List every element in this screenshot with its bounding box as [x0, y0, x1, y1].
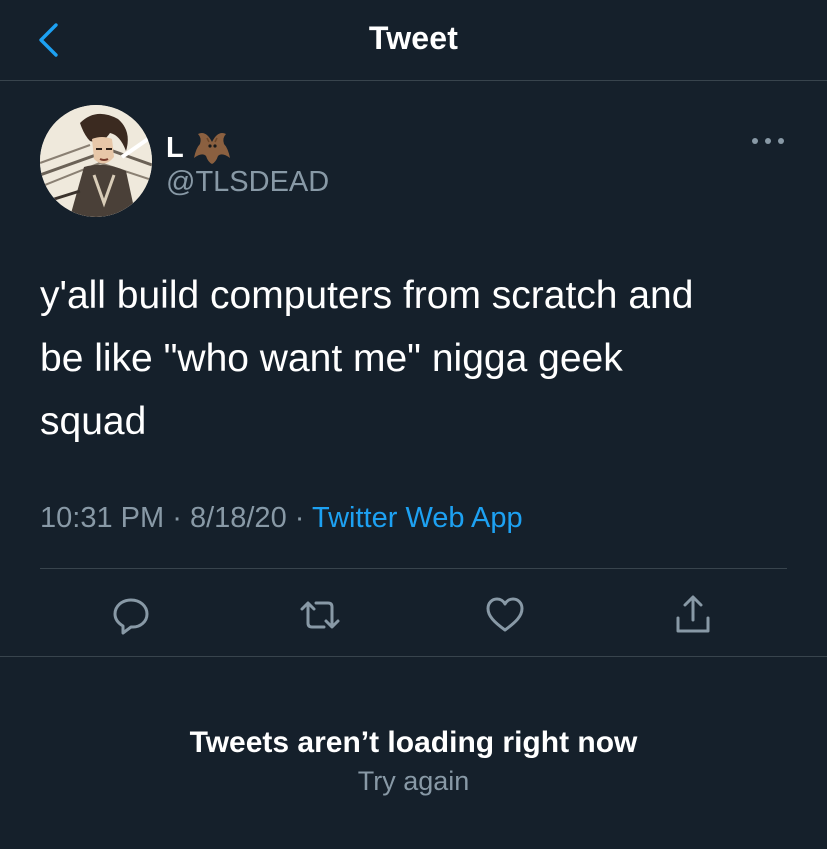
retweet-button[interactable]: [295, 590, 345, 640]
tweet-actions-bar: [0, 590, 827, 640]
reply-icon: [113, 598, 149, 635]
try-again-button[interactable]: Try again: [0, 766, 827, 797]
retweet-icon: [300, 601, 340, 629]
divider: [40, 568, 787, 569]
more-dots-icon: [752, 138, 784, 144]
heart-icon: [486, 597, 524, 632]
avatar-image: [40, 105, 152, 217]
tweet-text: y'all build computers from scratch and b…: [40, 274, 694, 443]
divider: [0, 656, 827, 657]
meta-separator: ·: [172, 502, 182, 534]
author-display-name: L: [166, 131, 184, 164]
tweet-date: 8/18/20: [189, 502, 287, 534]
author-handle[interactable]: @TLSDEAD: [166, 166, 329, 199]
author-name-row[interactable]: L: [166, 128, 232, 168]
share-button[interactable]: [668, 590, 718, 640]
tweet-time: 10:31 PM: [40, 502, 165, 534]
more-options-button[interactable]: [746, 128, 790, 154]
error-message: Tweets aren’t loading right now: [189, 726, 638, 759]
nav-header: Tweet: [0, 0, 827, 81]
tweet-meta: 10:31 PM · 8/18/20 · Twitter Web App: [40, 502, 523, 535]
reply-button[interactable]: [106, 590, 156, 640]
like-button[interactable]: [480, 590, 530, 640]
tweet-detail-screen: Tweet L @TLSDEAD y'all build computers f…: [0, 0, 827, 849]
tweet-source-link[interactable]: Twitter Web App: [312, 502, 523, 534]
bat-icon: [192, 128, 232, 168]
share-icon: [676, 595, 710, 633]
meta-separator-2: ·: [294, 502, 305, 534]
avatar[interactable]: [40, 105, 152, 217]
page-title: Tweet: [368, 20, 459, 56]
